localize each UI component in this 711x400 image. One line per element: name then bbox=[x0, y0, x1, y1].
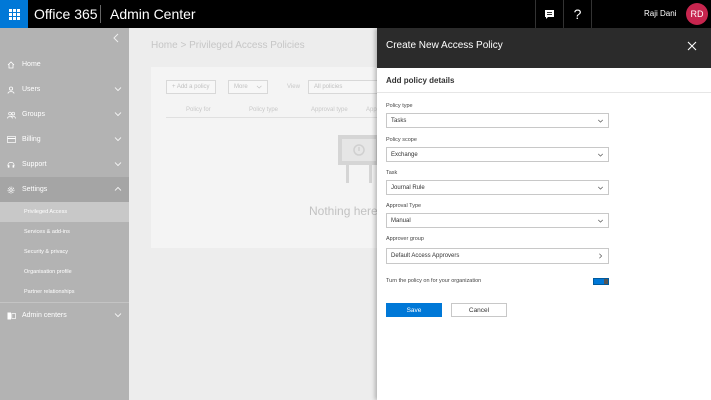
policy-scope-label: Policy scope bbox=[386, 137, 417, 143]
sidebar-item-label: Billing bbox=[22, 136, 41, 143]
sidebar-subitem-organisation-profile[interactable]: Organisation profile bbox=[0, 262, 129, 282]
policy-toggle-label: Turn the policy on for your organization bbox=[386, 278, 482, 284]
sidebar-item-billing[interactable]: Billing bbox=[0, 127, 129, 152]
sidebar-item-label: Admin centers bbox=[22, 312, 67, 319]
top-bar: Office 365 Admin Center ? Raji Dani RD bbox=[0, 0, 711, 28]
admin-centers-icon bbox=[0, 312, 22, 320]
approver-group-value: Default Access Approvers bbox=[391, 253, 460, 259]
column-header-approval-type[interactable]: Approval type bbox=[311, 107, 348, 113]
approval-type-label: Approval Type bbox=[386, 203, 422, 209]
sidebar-item-admin-centers[interactable]: Admin centers bbox=[0, 303, 129, 328]
sidebar-subitem-security-privacy[interactable]: Security & privacy bbox=[0, 242, 129, 262]
home-icon bbox=[0, 60, 22, 69]
user-name[interactable]: Raji Dani bbox=[644, 9, 676, 19]
column-header-policy-type[interactable]: Policy type bbox=[249, 107, 278, 113]
sidebar-subitem-label: Privileged Access bbox=[24, 209, 68, 215]
chevron-down-icon bbox=[256, 85, 262, 89]
panel-header: Create New Access Policy bbox=[377, 28, 711, 68]
sidebar-subitem-label: Organisation profile bbox=[24, 269, 72, 275]
brand-divider bbox=[100, 5, 101, 23]
sidebar-subitem-partner-relationships[interactable]: Partner relationships bbox=[0, 282, 129, 302]
cancel-button[interactable]: Cancel bbox=[451, 303, 507, 317]
policy-on-toggle[interactable] bbox=[593, 278, 609, 285]
sidebar-item-groups[interactable]: Groups bbox=[0, 102, 129, 127]
create-policy-panel: Create New Access Policy Add policy deta… bbox=[377, 28, 711, 400]
view-select-value: All policies bbox=[314, 84, 343, 90]
policy-type-select[interactable]: Tasks bbox=[386, 113, 609, 128]
policy-type-value: Tasks bbox=[391, 117, 407, 124]
sidebar-item-label: Support bbox=[22, 161, 47, 168]
sidebar-subitem-label: Security & privacy bbox=[24, 249, 69, 255]
sidebar-item-home[interactable]: Home bbox=[0, 52, 129, 77]
section-title: Add policy details bbox=[386, 76, 455, 85]
sidebar-subitem-services-addins[interactable]: Services & add-ins bbox=[0, 222, 129, 242]
column-header-policy-for[interactable]: Policy for bbox=[186, 107, 211, 113]
save-button[interactable]: Save bbox=[386, 303, 442, 317]
sidebar-item-users[interactable]: Users bbox=[0, 77, 129, 102]
avatar[interactable]: RD bbox=[686, 3, 708, 25]
sidebar-item-settings[interactable]: Settings bbox=[0, 177, 129, 202]
sidebar-subitem-label: Services & add-ins bbox=[24, 229, 70, 235]
top-divider bbox=[591, 0, 592, 28]
panel-title: Create New Access Policy bbox=[386, 40, 503, 51]
approver-group-label: Approver group bbox=[386, 236, 424, 242]
approval-type-select[interactable]: Manual bbox=[386, 213, 609, 228]
add-policy-button[interactable]: + Add a policy bbox=[166, 80, 216, 94]
toggle-knob bbox=[604, 279, 608, 284]
task-select[interactable]: Journal Rule bbox=[386, 180, 609, 195]
sidebar-subitem-label: Partner relationships bbox=[24, 289, 75, 295]
sidebar-item-label: Settings bbox=[22, 186, 48, 193]
section-divider bbox=[377, 92, 711, 93]
group-icon bbox=[0, 111, 22, 119]
table-header-divider bbox=[166, 117, 381, 118]
empty-state-text: Nothing here bbox=[309, 204, 378, 218]
close-icon[interactable] bbox=[686, 40, 698, 52]
sidebar-item-label: Users bbox=[22, 86, 41, 93]
app-title: Admin Center bbox=[110, 6, 196, 22]
policy-scope-value: Exchange bbox=[391, 151, 418, 158]
view-select[interactable]: All policies bbox=[308, 80, 378, 94]
approval-type-value: Manual bbox=[391, 217, 411, 224]
breadcrumb[interactable]: Home > Privileged Access Policies bbox=[151, 40, 305, 51]
approver-group-picker[interactable]: Default Access Approvers bbox=[386, 248, 609, 264]
view-label: View bbox=[287, 84, 300, 90]
app-launcher-button[interactable] bbox=[0, 0, 28, 28]
feedback-button[interactable] bbox=[536, 0, 563, 28]
more-label: More bbox=[234, 84, 248, 90]
policy-scope-select[interactable]: Exchange bbox=[386, 147, 609, 162]
user-icon bbox=[0, 86, 22, 94]
sidebar: Home Users Groups Billing Support Settin bbox=[0, 28, 129, 400]
help-button[interactable]: ? bbox=[564, 0, 591, 28]
chevron-right-icon bbox=[599, 253, 603, 259]
collapse-nav-button[interactable] bbox=[112, 33, 122, 43]
sidebar-subitem-privileged-access[interactable]: Privileged Access bbox=[0, 202, 129, 222]
chevron-left-icon bbox=[113, 33, 119, 43]
chat-icon bbox=[545, 9, 554, 19]
chevron-down-icon bbox=[114, 112, 122, 117]
headset-icon bbox=[0, 161, 22, 169]
chevron-down-icon bbox=[598, 186, 603, 190]
more-button[interactable]: More bbox=[228, 80, 268, 94]
brand-name[interactable]: Office 365 bbox=[34, 5, 98, 23]
chevron-down-icon bbox=[114, 87, 122, 92]
task-label: Task bbox=[386, 170, 398, 176]
policy-type-label: Policy type bbox=[386, 103, 413, 109]
chevron-down-icon bbox=[598, 153, 603, 157]
chevron-down-icon bbox=[114, 162, 122, 167]
sidebar-item-label: Home bbox=[22, 61, 41, 68]
sidebar-item-support[interactable]: Support bbox=[0, 152, 129, 177]
chevron-down-icon bbox=[598, 219, 603, 223]
task-value: Journal Rule bbox=[391, 184, 425, 191]
chevron-down-icon bbox=[598, 119, 603, 123]
chevron-down-icon bbox=[114, 137, 122, 142]
chevron-up-icon bbox=[114, 186, 122, 191]
billing-icon bbox=[0, 136, 22, 143]
waffle-icon bbox=[8, 8, 20, 20]
column-header-app[interactable]: App bbox=[366, 107, 377, 113]
gear-icon bbox=[0, 186, 22, 194]
question-icon: ? bbox=[573, 6, 582, 22]
sidebar-item-label: Groups bbox=[22, 111, 45, 118]
chevron-down-icon bbox=[114, 313, 122, 318]
